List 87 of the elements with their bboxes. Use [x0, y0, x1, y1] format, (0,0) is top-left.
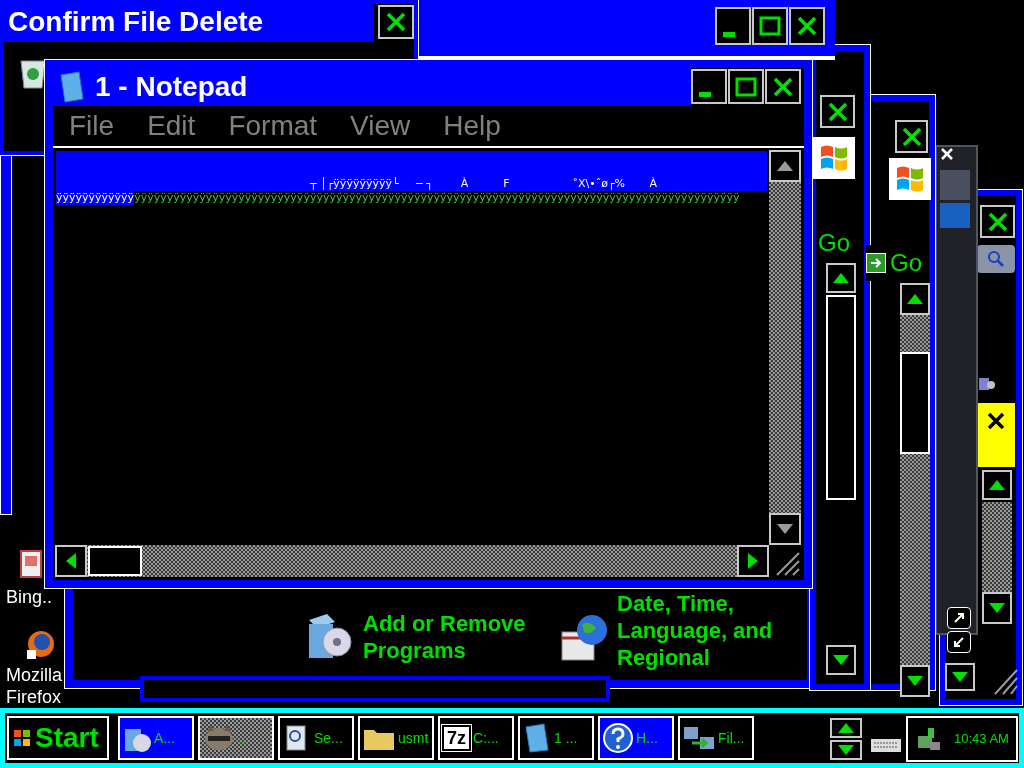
menu-item[interactable]: Format [228, 105, 318, 147]
down-arrow-icon [832, 654, 850, 666]
close-icon [796, 15, 818, 37]
down-arrow-icon [951, 671, 969, 683]
up-arrow-icon [988, 479, 1006, 491]
scroll-thumb [88, 546, 142, 576]
expand-icon [947, 607, 971, 629]
down-arrow-icon [906, 675, 924, 687]
computer-icon [977, 375, 997, 393]
close-button[interactable] [765, 69, 801, 104]
logo-icon [813, 137, 855, 179]
right-arrow-icon [747, 552, 759, 570]
scroll-down-button[interactable] [826, 645, 856, 675]
scroll-down-button[interactable] [982, 592, 1012, 624]
start-button[interactable]: Start [7, 716, 109, 760]
close-icon [900, 125, 923, 148]
notepad-icon [57, 71, 87, 103]
notepad-icon [522, 723, 552, 753]
globe-calendar-icon [560, 612, 610, 664]
scroll-right-button[interactable] [737, 545, 769, 577]
taskbar-button[interactable]: 1 ... [518, 716, 594, 760]
maximize-icon [735, 75, 757, 98]
scroll-up-button[interactable] [900, 283, 930, 315]
archive-icon: 7z [442, 725, 471, 751]
taskbar-button[interactable]: Se... [278, 716, 354, 760]
up-arrow-icon [906, 293, 924, 305]
logo-icon [889, 158, 931, 200]
up-arrow-icon [832, 272, 850, 284]
network-icon [916, 726, 942, 752]
scroll-up-button[interactable] [826, 263, 856, 293]
up-arrow-icon [776, 160, 794, 172]
window-title: 1 - Notepad [95, 70, 248, 104]
up-arrow-icon [837, 722, 855, 734]
minimize-button[interactable] [691, 69, 727, 104]
clock: 10:43 AM [954, 730, 1009, 749]
close-icon [986, 210, 1009, 233]
down-arrow-icon [776, 523, 794, 535]
taskbar-button[interactable]: H... [598, 716, 674, 760]
flag-icon [13, 729, 31, 747]
close-button[interactable] [378, 5, 414, 39]
left-arrow-icon [65, 552, 77, 570]
desktop-icon-label[interactable]: Mozilla Firefox [6, 664, 64, 708]
scroll-left-button[interactable] [55, 545, 87, 577]
document-icon [20, 550, 42, 578]
search-icon [977, 245, 1015, 273]
minimize-button[interactable] [715, 7, 751, 45]
desktop-icon-label[interactable]: Bing.. [6, 586, 64, 608]
highlight-bar [940, 203, 970, 228]
control-panel-link[interactable]: Add or Remove Programs [363, 610, 553, 664]
go-button[interactable]: Go [866, 245, 922, 281]
close-button[interactable] [980, 205, 1015, 238]
minimize-icon [723, 31, 735, 37]
close-icon [772, 75, 794, 98]
close-button[interactable] [895, 120, 928, 153]
close-icon [977, 403, 1015, 467]
down-arrow-icon [837, 744, 855, 756]
minimize-icon [699, 92, 711, 97]
animal-icon [202, 723, 236, 753]
close-button[interactable] [789, 7, 825, 45]
taskbar-button[interactable]: A... [118, 716, 194, 760]
scroll-down-button[interactable] [900, 665, 930, 697]
close-icon [385, 11, 407, 33]
menu-item[interactable]: View [350, 105, 411, 147]
taskbar-button[interactable]: 7z C:... [438, 716, 514, 760]
close-icon [826, 100, 849, 123]
menu-item[interactable]: Edit [147, 105, 196, 147]
scroll-up-button[interactable] [769, 150, 801, 182]
close-button[interactable] [820, 95, 855, 128]
scroll-down-button[interactable] [945, 663, 975, 691]
scroll-up-button[interactable] [982, 470, 1012, 500]
down-arrow-icon [988, 602, 1006, 614]
maximize-icon [759, 15, 781, 37]
shrink-icon [947, 631, 971, 653]
browser-icon [25, 628, 57, 660]
control-panel-link[interactable]: Date, Time, Language, and Regional [617, 590, 795, 671]
help-icon [602, 722, 634, 754]
maximize-button[interactable] [752, 7, 788, 45]
toolbar-panel [940, 170, 970, 200]
scroll-down-button[interactable] [830, 740, 862, 760]
taskbar-button[interactable]: usmt [358, 716, 434, 760]
scroll-up-button[interactable] [830, 718, 862, 738]
scroll-down-button[interactable] [769, 513, 801, 545]
taskbar-button[interactable]: Fil... [678, 716, 754, 760]
menu-item[interactable]: Help [443, 105, 501, 147]
maximize-button[interactable] [728, 69, 764, 104]
menu-item[interactable]: File [69, 105, 115, 147]
window-title: Confirm File Delete [4, 2, 374, 42]
